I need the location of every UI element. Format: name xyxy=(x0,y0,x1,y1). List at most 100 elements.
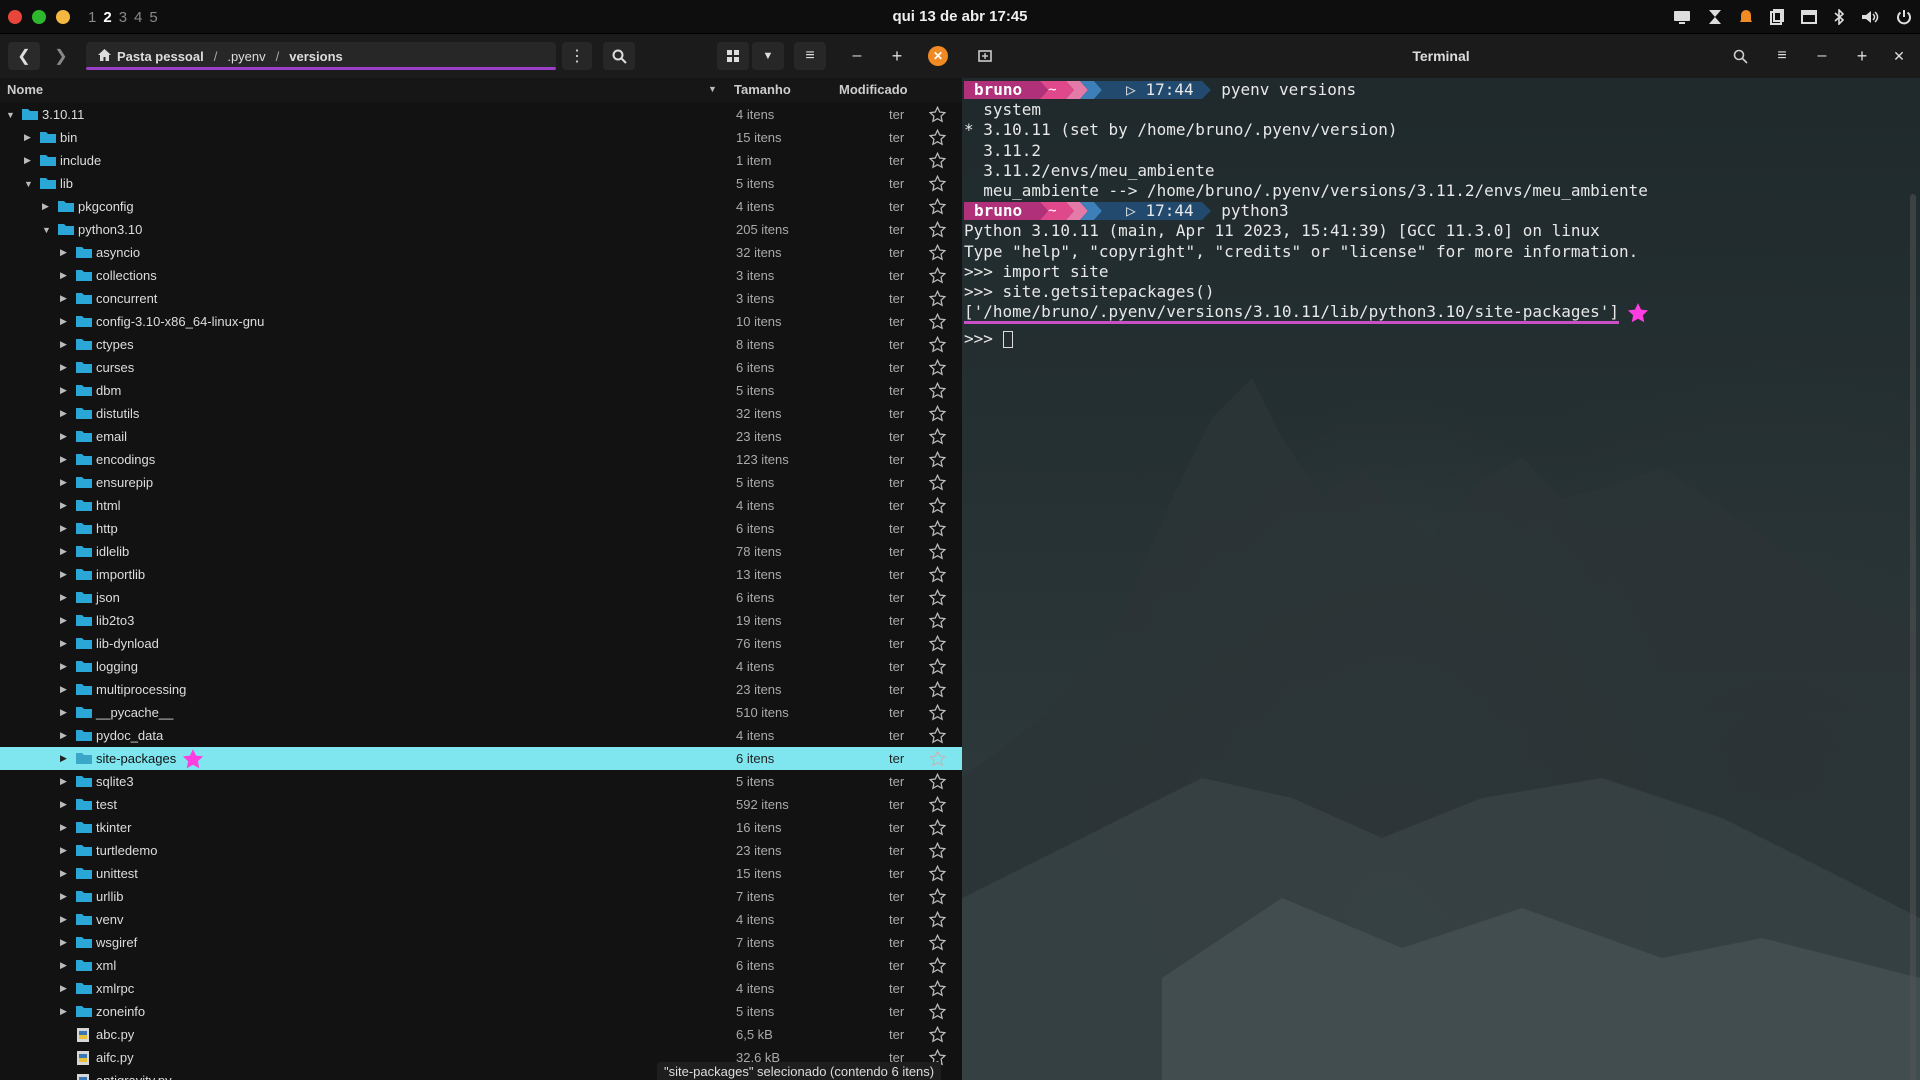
file-row[interactable]: ▶ html 4 itens ter xyxy=(0,494,962,517)
chevron-right-icon[interactable]: ▶ xyxy=(60,247,67,258)
column-size[interactable]: Tamanho xyxy=(734,82,791,97)
star-icon[interactable] xyxy=(928,128,947,146)
star-icon[interactable] xyxy=(928,1025,947,1043)
star-icon[interactable] xyxy=(928,289,947,307)
file-row[interactable]: ▼ 3.10.11 4 itens ter xyxy=(0,103,962,126)
chevron-right-icon[interactable]: ▶ xyxy=(24,155,31,166)
chevron-right-icon[interactable]: ▶ xyxy=(60,983,67,994)
new-tab-button[interactable] xyxy=(970,42,1000,70)
chevron-right-icon[interactable]: ▶ xyxy=(60,822,67,833)
chevron-right-icon[interactable]: ▶ xyxy=(60,523,67,534)
file-row[interactable]: ▶ tkinter 16 itens ter xyxy=(0,816,962,839)
column-modified[interactable]: Modificado xyxy=(839,82,908,97)
sort-arrow-icon[interactable]: ▼ xyxy=(708,84,717,94)
star-icon[interactable] xyxy=(928,634,947,652)
workspace-3[interactable]: 3 xyxy=(119,9,127,26)
file-row[interactable]: ▶ http 6 itens ter xyxy=(0,517,962,540)
star-icon[interactable] xyxy=(928,956,947,974)
close-window-button[interactable] xyxy=(8,10,22,24)
screen-share-icon[interactable] xyxy=(1673,9,1691,25)
star-icon[interactable] xyxy=(928,887,947,905)
chevron-right-icon[interactable]: ▶ xyxy=(60,845,67,856)
chevron-right-icon[interactable]: ▶ xyxy=(60,316,67,327)
terminal-close-button[interactable]: ✕ xyxy=(1884,42,1914,70)
chevron-right-icon[interactable]: ▶ xyxy=(60,753,67,764)
chevron-right-icon[interactable]: ▶ xyxy=(60,477,67,488)
file-row[interactable]: ▶ include 1 item ter xyxy=(0,149,962,172)
star-icon[interactable] xyxy=(928,519,947,537)
file-row[interactable]: ▶ ensurepip 5 itens ter xyxy=(0,471,962,494)
volume-icon[interactable] xyxy=(1861,10,1879,24)
star-icon[interactable] xyxy=(928,312,947,330)
star-icon[interactable] xyxy=(928,243,947,261)
star-icon[interactable] xyxy=(928,864,947,882)
star-icon[interactable] xyxy=(928,335,947,353)
file-row[interactable]: ▶ distutils 32 itens ter xyxy=(0,402,962,425)
star-icon[interactable] xyxy=(928,151,947,169)
text-cursor[interactable] xyxy=(1002,331,1013,349)
file-row[interactable]: ▶ dbm 5 itens ter xyxy=(0,379,962,402)
chevron-right-icon[interactable]: ▶ xyxy=(60,385,67,396)
file-row[interactable]: ▶ xml 6 itens ter xyxy=(0,954,962,977)
star-icon[interactable] xyxy=(928,358,947,376)
file-row[interactable]: ▶ sqlite3 5 itens ter xyxy=(0,770,962,793)
maximize-button[interactable]: + xyxy=(882,42,912,70)
star-icon[interactable] xyxy=(928,726,947,744)
chevron-right-icon[interactable]: ▶ xyxy=(60,293,67,304)
file-row[interactable]: ▶ logging 4 itens ter xyxy=(0,655,962,678)
star-icon[interactable] xyxy=(928,933,947,951)
file-row[interactable]: ▶ pkgconfig 4 itens ter xyxy=(0,195,962,218)
workspace-1[interactable]: 1 xyxy=(88,9,96,26)
file-row[interactable]: ▶ curses 6 itens ter xyxy=(0,356,962,379)
terminal-minimize-button[interactable]: – xyxy=(1807,42,1837,70)
chevron-right-icon[interactable]: ▶ xyxy=(24,132,31,143)
chevron-down-icon[interactable]: ▼ xyxy=(24,179,33,189)
file-row[interactable]: ▶ unittest 15 itens ter xyxy=(0,862,962,885)
star-icon[interactable] xyxy=(928,565,947,583)
file-row[interactable]: abc.py 6,5 kB ter xyxy=(0,1023,962,1046)
star-icon[interactable] xyxy=(928,1002,947,1020)
file-row[interactable]: ▶ importlib 13 itens ter xyxy=(0,563,962,586)
workspace-2[interactable]: 2 xyxy=(103,9,111,26)
chevron-right-icon[interactable]: ▶ xyxy=(60,270,67,281)
file-row[interactable]: ▼ python3.10 205 itens ter xyxy=(0,218,962,241)
file-row[interactable]: ▶ idlelib 78 itens ter xyxy=(0,540,962,563)
chevron-right-icon[interactable]: ▶ xyxy=(60,431,67,442)
terminal-output[interactable]: bruno ~ ▷ 17:44 pyenv versions system * 3.1… xyxy=(964,80,1649,350)
star-icon[interactable] xyxy=(928,703,947,721)
file-row[interactable]: ▶ email 23 itens ter xyxy=(0,425,962,448)
star-icon[interactable] xyxy=(928,496,947,514)
breadcrumb-home[interactable]: Pasta pessoal xyxy=(117,49,204,64)
star-icon[interactable] xyxy=(928,381,947,399)
star-icon[interactable] xyxy=(928,105,947,123)
file-row[interactable]: ▶ bin 15 itens ter xyxy=(0,126,962,149)
file-row[interactable]: ▶ ctypes 8 itens ter xyxy=(0,333,962,356)
chevron-right-icon[interactable]: ▶ xyxy=(60,799,67,810)
chevron-right-icon[interactable]: ▶ xyxy=(60,891,67,902)
workspace-5[interactable]: 5 xyxy=(149,9,157,26)
file-row[interactable]: ▼ lib 5 itens ter xyxy=(0,172,962,195)
maximize-window-button[interactable] xyxy=(56,10,70,24)
file-row[interactable]: ▶ multiprocessing 23 itens ter xyxy=(0,678,962,701)
chevron-right-icon[interactable]: ▶ xyxy=(60,730,67,741)
file-row[interactable]: ▶ xmlrpc 4 itens ter xyxy=(0,977,962,1000)
notification-bell-icon[interactable] xyxy=(1739,9,1753,25)
star-icon[interactable] xyxy=(928,910,947,928)
chevron-right-icon[interactable]: ▶ xyxy=(60,661,67,672)
chevron-right-icon[interactable]: ▶ xyxy=(60,339,67,350)
chevron-right-icon[interactable]: ▶ xyxy=(60,615,67,626)
forward-button[interactable]: ❯ xyxy=(46,42,76,70)
star-icon[interactable] xyxy=(928,795,947,813)
star-icon[interactable] xyxy=(928,427,947,445)
star-icon[interactable] xyxy=(928,473,947,491)
chevron-right-icon[interactable]: ▶ xyxy=(60,592,67,603)
menu-button[interactable]: ≡ xyxy=(794,42,826,70)
workspace-4[interactable]: 4 xyxy=(134,9,142,26)
star-icon[interactable] xyxy=(928,450,947,468)
chevron-right-icon[interactable]: ▶ xyxy=(60,500,67,511)
star-icon[interactable] xyxy=(928,542,947,560)
star-icon[interactable] xyxy=(928,588,947,606)
file-row[interactable]: ▶ turtledemo 23 itens ter xyxy=(0,839,962,862)
star-icon[interactable] xyxy=(928,657,947,675)
search-button[interactable] xyxy=(603,42,635,70)
